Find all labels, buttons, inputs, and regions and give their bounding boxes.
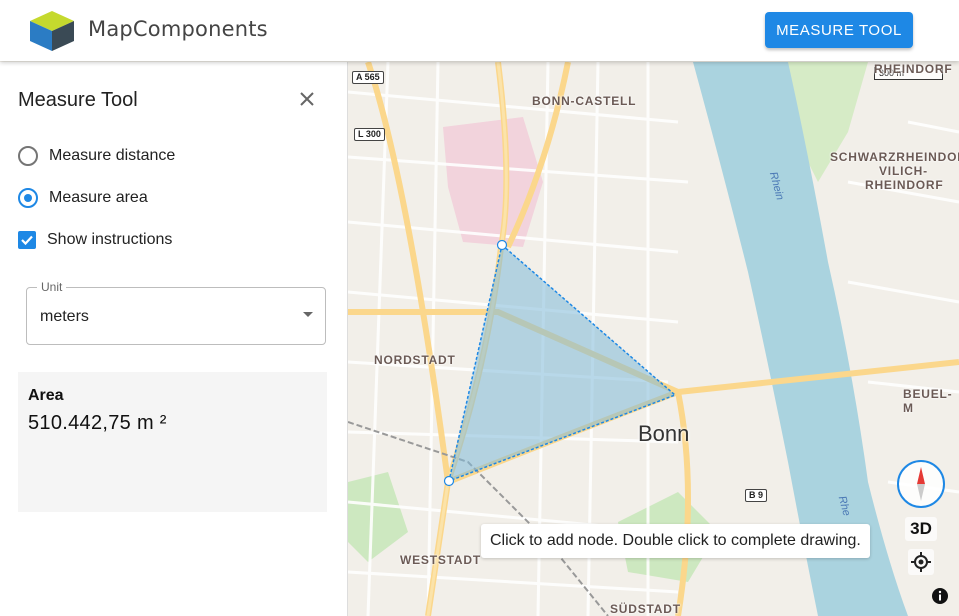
measure-area-radio[interactable]: [18, 188, 38, 208]
show-instructions-option[interactable]: Show instructions: [18, 228, 172, 252]
place-nordstadt: NORDSTADT: [374, 353, 456, 367]
place-weststadt: WESTSTADT: [400, 553, 481, 567]
result-value: 510.442,75 m ²: [28, 412, 167, 434]
place-rheindorf-top: RHEINDORF: [874, 62, 953, 76]
road-shield-b9: B 9: [745, 489, 768, 502]
brand-name: MapComponents: [88, 17, 268, 41]
measure-result: Area 510.442,75 m ²: [18, 372, 327, 512]
geolocate-icon[interactable]: [908, 549, 934, 575]
place-bonn-castell: BONN-CASTELL: [532, 94, 637, 108]
measure-distance-label: Measure distance: [49, 147, 176, 164]
measure-area-label: Measure area: [49, 189, 148, 206]
measure-tool-button[interactable]: MEASURE TOOL: [765, 12, 913, 48]
measure-area-option[interactable]: Measure area: [18, 186, 148, 210]
app-header: MapComponents MEASURE TOOL: [0, 0, 959, 61]
dropdown-arrow-icon: [303, 312, 313, 317]
polygon-node: [496, 239, 508, 251]
unit-legend: Unit: [37, 280, 67, 294]
show-instructions-label: Show instructions: [47, 231, 173, 248]
polygon-node: [443, 475, 455, 487]
road-shield-a565: A 565: [352, 71, 384, 84]
panel-title: Measure Tool: [18, 89, 138, 111]
close-icon[interactable]: [295, 87, 319, 111]
place-vilich: VILICH-: [879, 164, 928, 178]
unit-value: meters: [40, 308, 89, 325]
info-icon[interactable]: [930, 586, 950, 606]
city-bonn: Bonn: [638, 421, 690, 446]
mapcomponents-logo-icon[interactable]: [30, 11, 74, 51]
place-suedstadt: SÜDSTADT: [610, 602, 681, 616]
measure-tool-panel: Measure Tool Measure distance Measure ar…: [0, 62, 348, 616]
place-rheindorf: RHEINDORF: [865, 178, 944, 192]
road-shield-l300: L 300: [354, 128, 385, 141]
result-label: Area: [28, 387, 64, 404]
toggle-3d-button[interactable]: 3D: [905, 517, 937, 541]
show-instructions-checkbox[interactable]: [18, 231, 36, 249]
unit-select[interactable]: Unit meters: [26, 280, 326, 345]
place-schwarzrheindorf: SCHWARZRHEINDORF: [830, 150, 959, 164]
map-canvas[interactable]: A 565 L 300 B 9 300 m RHEINDORF BONN-CAS…: [348, 62, 959, 616]
place-beuel: BEUEL-M: [903, 387, 953, 415]
instruction-tooltip: Click to add node. Double click to compl…: [481, 524, 870, 558]
measure-distance-radio[interactable]: [18, 146, 38, 166]
check-icon: [21, 235, 33, 246]
compass-icon[interactable]: [896, 459, 946, 509]
measure-distance-option[interactable]: Measure distance: [18, 144, 175, 168]
